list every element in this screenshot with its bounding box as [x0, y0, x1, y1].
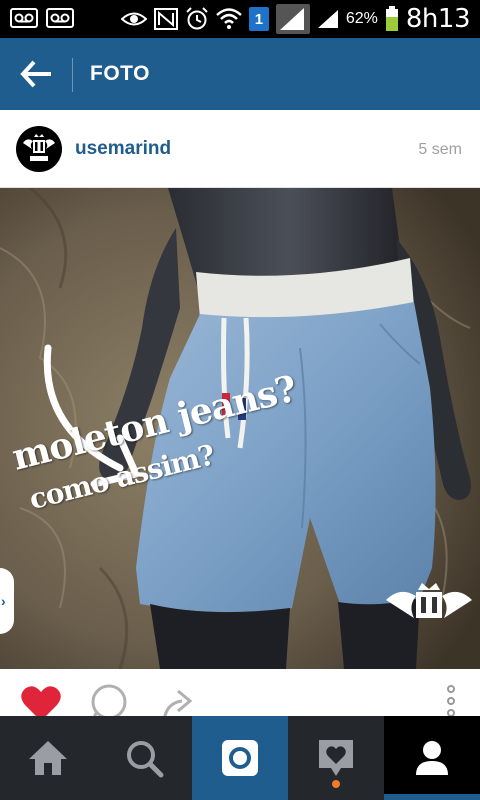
- search-icon: [127, 741, 164, 778]
- nav-profile[interactable]: [384, 716, 480, 800]
- back-button[interactable]: [0, 38, 72, 110]
- nav-home[interactable]: [0, 716, 96, 800]
- share-icon: [163, 689, 193, 716]
- heart-icon: [21, 686, 61, 716]
- app-bar: FOTO: [0, 38, 480, 110]
- status-clock: 8h13: [405, 4, 471, 34]
- post-timestamp: 5 sem: [418, 141, 462, 158]
- nav-search[interactable]: [96, 716, 192, 800]
- home-icon: [29, 741, 67, 775]
- battery-icon: [385, 6, 399, 32]
- nav-camera[interactable]: [192, 716, 288, 800]
- status-bar-left: [10, 8, 74, 28]
- share-button[interactable]: [160, 683, 196, 716]
- activity-heart-icon: [319, 740, 353, 776]
- camera-icon: [222, 740, 258, 776]
- page-title: FOTO: [90, 62, 150, 85]
- post-username[interactable]: usemarind: [75, 138, 171, 160]
- back-arrow-icon: [20, 60, 51, 88]
- voicemail-icon: [46, 8, 74, 28]
- carousel-edge-tab[interactable]: ›: [0, 568, 14, 634]
- alarm-icon: [185, 7, 209, 31]
- comment-icon: [91, 684, 127, 716]
- post-photo[interactable]: moleton jeans? como assim? marind ›: [0, 188, 480, 669]
- profile-icon: [416, 741, 448, 775]
- cell-signal-icon: [317, 9, 339, 29]
- bottom-nav: [0, 716, 480, 800]
- avatar[interactable]: [16, 126, 62, 172]
- like-button[interactable]: [20, 683, 62, 716]
- status-bar-right: 1 62% 8h13: [120, 4, 471, 34]
- data-signal-icon: [275, 4, 310, 34]
- post-actions: [0, 669, 480, 716]
- notification-dot: [332, 780, 340, 788]
- status-bar: 1 62% 8h13: [0, 0, 480, 38]
- post-header: usemarind 5 sem: [0, 110, 480, 188]
- nav-activity[interactable]: [288, 716, 384, 800]
- wifi-icon: [216, 8, 242, 30]
- brand-logo-icon: [23, 134, 55, 161]
- more-options-button[interactable]: [444, 685, 458, 716]
- battery-percent: 62%: [345, 10, 378, 27]
- sim-icon: 1: [248, 7, 269, 31]
- app-bar-divider: [72, 58, 73, 92]
- voicemail-icon: [10, 8, 38, 28]
- eye-icon: [120, 10, 147, 28]
- nfc-icon: [153, 8, 178, 30]
- comment-button[interactable]: [90, 683, 128, 716]
- more-vertical-icon: [447, 685, 455, 716]
- chevron-right-icon: ›: [1, 593, 6, 609]
- instagram-photo-screen: 1 62% 8h13 FOTO usemarind 5 sem moleton …: [0, 0, 480, 800]
